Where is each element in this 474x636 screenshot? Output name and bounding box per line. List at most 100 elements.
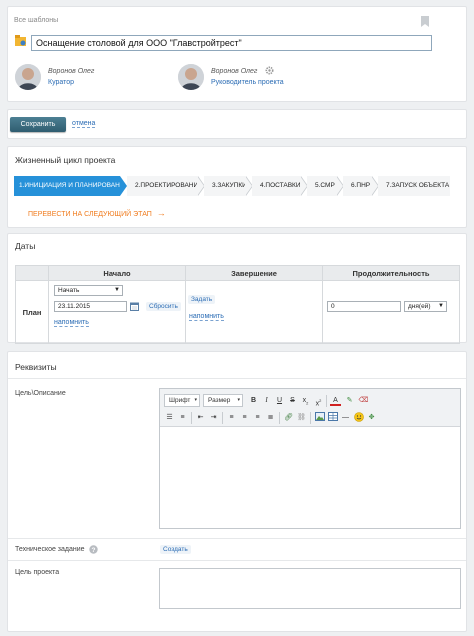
table-icon[interactable] — [327, 412, 338, 423]
dates-title: Даты — [15, 241, 36, 251]
italic-icon[interactable]: I — [261, 395, 272, 406]
stage-1[interactable]: 1.ИНИЦИАЦИЯ И ПЛАНИРОВАНИЕ — [14, 176, 120, 196]
lifecycle-title: Жизненный цикл проекта — [15, 155, 116, 165]
stage-4[interactable]: 4.ПОСТАВКИ — [252, 176, 301, 196]
strikethrough-icon[interactable]: S — [287, 395, 298, 406]
bold-icon[interactable]: B — [248, 395, 259, 406]
gear-icon[interactable] — [265, 66, 274, 75]
size-select[interactable]: Размер ▾ — [203, 394, 243, 407]
toolbar-separator — [191, 412, 192, 424]
requisites-divider — [8, 378, 466, 379]
stage-4-arrow — [300, 176, 307, 196]
set-end-button[interactable]: Задать — [188, 295, 216, 304]
toolbar-separator — [222, 412, 223, 424]
chevron-down-icon: ▼ — [438, 303, 444, 309]
subscript-icon[interactable]: x2 — [300, 395, 311, 406]
align-left-icon[interactable]: ≡ — [226, 412, 237, 423]
duration-input[interactable]: 0 — [327, 301, 401, 312]
stage-3-arrow — [245, 176, 252, 196]
link-icon[interactable]: 🔗︎ — [283, 412, 294, 423]
bulleted-list-icon[interactable]: ☰ — [164, 412, 175, 423]
horizontal-rule-icon[interactable]: — — [340, 412, 351, 423]
duration-column-header: Продолжительность — [322, 265, 460, 281]
help-icon[interactable]: ? — [89, 545, 98, 554]
next-stage-link[interactable]: ПЕРЕВЕСТИ НА СЛЕДУЮЩИЙ ЭТАП → — [28, 208, 166, 218]
tech-task-label: Техническое задание — [15, 546, 85, 553]
end-column-header: Завершение — [185, 265, 323, 281]
project-icon — [15, 35, 27, 47]
avatar-project-manager[interactable] — [178, 64, 204, 90]
reset-button[interactable]: Сбросить — [146, 302, 181, 311]
dates-table: Начало Завершение Продолжительность План… — [15, 265, 460, 344]
bookmark-icon[interactable] — [421, 16, 429, 27]
outdent-icon[interactable]: ⇤ — [195, 412, 206, 423]
toolbar-separator — [279, 412, 280, 424]
curator-name[interactable]: Воронов Олег — [48, 68, 94, 75]
duration-unit-select[interactable]: дня(ей) ▼ — [404, 301, 447, 312]
end-cell: Задать напомнить — [185, 280, 323, 344]
stage-6[interactable]: 6.ПНР — [343, 176, 372, 196]
font-select[interactable]: Шрифт ▾ — [164, 394, 200, 407]
text-color-icon[interactable]: A — [330, 395, 341, 406]
unlink-icon[interactable]: ⛓︎ — [296, 412, 307, 423]
stage-2[interactable]: 2.ПРОЕКТИРОВАНИЕ — [127, 176, 198, 196]
stage-1-arrow — [120, 176, 127, 196]
size-select-label: Размер — [208, 397, 231, 404]
start-remind-link[interactable]: напомнить — [54, 319, 89, 327]
eraser-icon[interactable]: ⌫ — [358, 395, 369, 406]
align-center-icon[interactable]: ≡ — [239, 412, 250, 423]
project-goal-textarea[interactable] — [159, 568, 461, 609]
create-tech-task-button[interactable]: Создать — [160, 545, 191, 554]
fullscreen-icon[interactable]: ✥ — [366, 412, 377, 423]
plan-row-label: План — [15, 280, 49, 344]
all-templates-link[interactable]: Все шаблоны — [14, 17, 58, 24]
image-icon[interactable] — [314, 412, 325, 423]
arrow-right-icon: → — [156, 208, 166, 218]
plan-label: План — [22, 307, 42, 317]
align-justify-icon[interactable]: ≣ — [265, 412, 276, 423]
toolbar-separator — [310, 412, 311, 424]
next-stage-label: ПЕРЕВЕСТИ НА СЛЕДУЮЩИЙ ЭТАП — [28, 211, 152, 218]
start-cell: Начать ▼ 23.11.2015 Сбросить напомнить — [48, 280, 186, 344]
editor-toolbar: Шрифт ▾ Размер ▾ B I U S x2 x2 A ✎ ⌫ ☰ ≡… — [160, 389, 460, 427]
highlight-icon[interactable]: ✎ — [344, 395, 355, 406]
stage-5[interactable]: 5.СМР — [307, 176, 337, 196]
superscript-icon[interactable]: x2 — [313, 395, 324, 407]
curator-role: Куратор — [48, 79, 75, 86]
svg-text:?: ? — [92, 547, 96, 554]
start-mode-value: Начать — [58, 287, 80, 294]
stage-7[interactable]: 7.ЗАПУСК ОБЪЕКТА — [378, 176, 450, 196]
stage-bar: 1.ИНИЦИАЦИЯ И ПЛАНИРОВАНИЕ 2.ПРОЕКТИРОВА… — [14, 176, 450, 196]
cancel-link[interactable]: отмена — [72, 120, 96, 128]
project-manager-name[interactable]: Воронов Олег — [211, 68, 257, 75]
project-goal-label: Цель проекта — [15, 569, 60, 576]
requisites-title: Реквизиты — [15, 362, 57, 372]
font-select-label: Шрифт — [169, 397, 191, 404]
stage-5-arrow — [336, 176, 343, 196]
duration-unit-value: дня(ей) — [408, 303, 431, 310]
numbered-list-icon[interactable]: ≡ — [177, 412, 188, 423]
project-title-input[interactable]: Оснащение столовой для ООО "Главстройтре… — [31, 35, 432, 51]
end-remind-link[interactable]: напомнить — [189, 313, 224, 321]
project-header-card: Все шаблоны — [7, 6, 467, 102]
calendar-icon[interactable] — [130, 302, 139, 311]
chevron-down-icon: ▾ — [194, 397, 197, 403]
underline-icon[interactable]: U — [274, 395, 285, 406]
stage-3[interactable]: 3.ЗАКУПКИ — [204, 176, 246, 196]
smiley-icon[interactable] — [353, 412, 364, 423]
goal-description-editor[interactable]: Шрифт ▾ Размер ▾ B I U S x2 x2 A ✎ ⌫ ☰ ≡… — [159, 388, 461, 529]
requisites-divider — [8, 538, 466, 539]
avatar-curator[interactable] — [15, 64, 41, 90]
stage-2-arrow — [197, 176, 204, 196]
align-right-icon[interactable]: ≡ — [252, 412, 263, 423]
goal-description-label: Цель\Описание — [15, 390, 66, 397]
requisites-divider — [8, 560, 466, 561]
save-button[interactable]: Сохранить — [10, 117, 66, 132]
indent-icon[interactable]: ⇥ — [208, 412, 219, 423]
start-mode-select[interactable]: Начать ▼ — [54, 285, 123, 296]
start-date-input[interactable]: 23.11.2015 — [54, 301, 127, 312]
toolbar-separator — [326, 395, 327, 407]
start-column-header: Начало — [48, 265, 186, 281]
chevron-down-icon: ▾ — [237, 397, 240, 403]
stage-6-arrow — [371, 176, 378, 196]
